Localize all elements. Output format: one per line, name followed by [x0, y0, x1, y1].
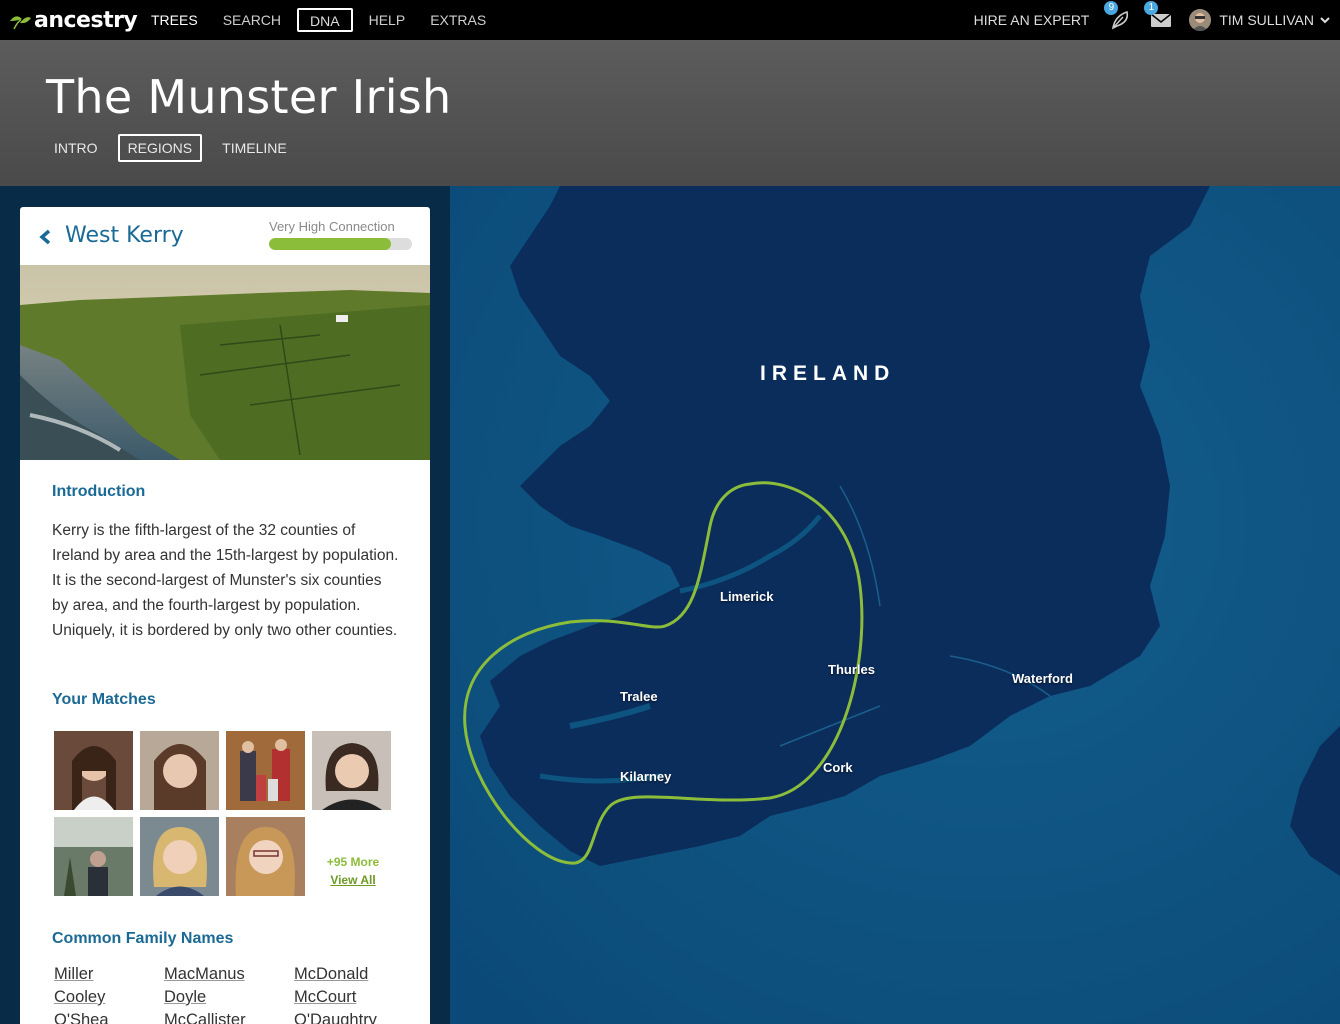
page-title: The Munster Irish: [46, 70, 452, 124]
logo-text: ancestry: [34, 7, 138, 33]
view-all-link[interactable]: View All: [314, 871, 392, 889]
leaf-logo-icon: [10, 16, 31, 30]
ireland-map-graphic: [450, 186, 1340, 1024]
region-map[interactable]: IRELAND Limerick Thurles Waterford Trale…: [450, 186, 1340, 1024]
nav-help[interactable]: HELP: [360, 8, 415, 32]
panel-header: West Kerry Very High Connection: [20, 207, 430, 265]
city-thurles[interactable]: Thurles: [828, 662, 875, 677]
main-nav: TREES SEARCH DNA HELP EXTRAS: [142, 0, 502, 40]
family-name-link[interactable]: McCallister: [164, 1011, 246, 1024]
city-kilarney[interactable]: Kilarney: [620, 769, 671, 784]
city-limerick[interactable]: Limerick: [720, 589, 773, 604]
family-name-link[interactable]: McCourt: [294, 988, 356, 1007]
match-photo[interactable]: [140, 731, 219, 810]
ancestry-logo[interactable]: ancestry: [8, 6, 138, 34]
user-name[interactable]: TIM SULLIVAN: [1219, 12, 1314, 28]
family-name-link[interactable]: O'Daughtry: [294, 1011, 377, 1024]
tab-timeline[interactable]: TIMELINE: [212, 134, 297, 162]
city-waterford[interactable]: Waterford: [1012, 671, 1073, 686]
more-count: +95 More: [326, 855, 380, 869]
match-photo[interactable]: [226, 817, 305, 896]
country-label: IRELAND: [760, 362, 896, 385]
family-names-heading: Common Family Names: [52, 930, 234, 947]
family-name-link[interactable]: MacManus: [164, 965, 245, 984]
tab-regions[interactable]: REGIONS: [117, 134, 203, 162]
landscape-image: [20, 265, 430, 460]
hints-button[interactable]: 9: [1104, 1, 1133, 32]
back-chevron-icon[interactable]: [38, 229, 52, 245]
top-navigation-bar: ancestry TREES SEARCH DNA HELP EXTRAS HI…: [0, 0, 1340, 40]
connection-meter: [269, 238, 412, 250]
avatar-icon: [1189, 9, 1212, 31]
intro-paragraph: Kerry is the fifth-largest of the 32 cou…: [52, 522, 399, 639]
connection-meter-fill: [269, 238, 391, 250]
match-photo[interactable]: [54, 731, 133, 810]
region-photo: [20, 265, 430, 460]
city-cork[interactable]: Cork: [823, 760, 853, 775]
user-avatar[interactable]: [1189, 9, 1212, 31]
tab-intro[interactable]: INTRO: [44, 134, 108, 162]
section-tabs: INTRO REGIONS TIMELINE: [44, 134, 307, 162]
family-name-link[interactable]: McDonald: [294, 965, 368, 984]
family-name-link[interactable]: Miller: [54, 965, 93, 984]
family-name-link[interactable]: Doyle: [164, 988, 206, 1007]
hire-expert-link[interactable]: HIRE AN EXPERT: [974, 12, 1090, 28]
match-photo[interactable]: [54, 817, 133, 896]
match-photo[interactable]: [140, 817, 219, 896]
match-photo[interactable]: [226, 731, 305, 810]
region-title: West Kerry: [65, 223, 184, 248]
region-detail-panel: West Kerry Very High Connection Introduc…: [20, 207, 430, 1024]
page-header: The Munster Irish INTRO REGIONS TIMELINE: [0, 40, 1340, 186]
messages-button[interactable]: 1: [1144, 1, 1173, 32]
more-matches[interactable]: +95 More View All: [314, 853, 392, 889]
intro-heading: Introduction: [52, 483, 146, 500]
nav-right: HIRE AN EXPERT 9 1 TIM SULLIVAN: [974, 0, 1330, 40]
chevron-down-icon[interactable]: [1320, 15, 1330, 25]
matches-heading: Your Matches: [52, 691, 156, 708]
city-tralee[interactable]: Tralee: [620, 689, 658, 704]
family-name-link[interactable]: Cooley: [54, 988, 105, 1007]
nav-search[interactable]: SEARCH: [214, 8, 290, 32]
match-photo[interactable]: [312, 731, 391, 810]
connection-label: Very High Connection: [269, 219, 395, 234]
nav-dna[interactable]: DNA: [297, 8, 353, 32]
family-name-link[interactable]: O'Shea: [54, 1011, 109, 1024]
nav-extras[interactable]: EXTRAS: [421, 8, 495, 32]
nav-trees[interactable]: TREES: [142, 8, 207, 32]
